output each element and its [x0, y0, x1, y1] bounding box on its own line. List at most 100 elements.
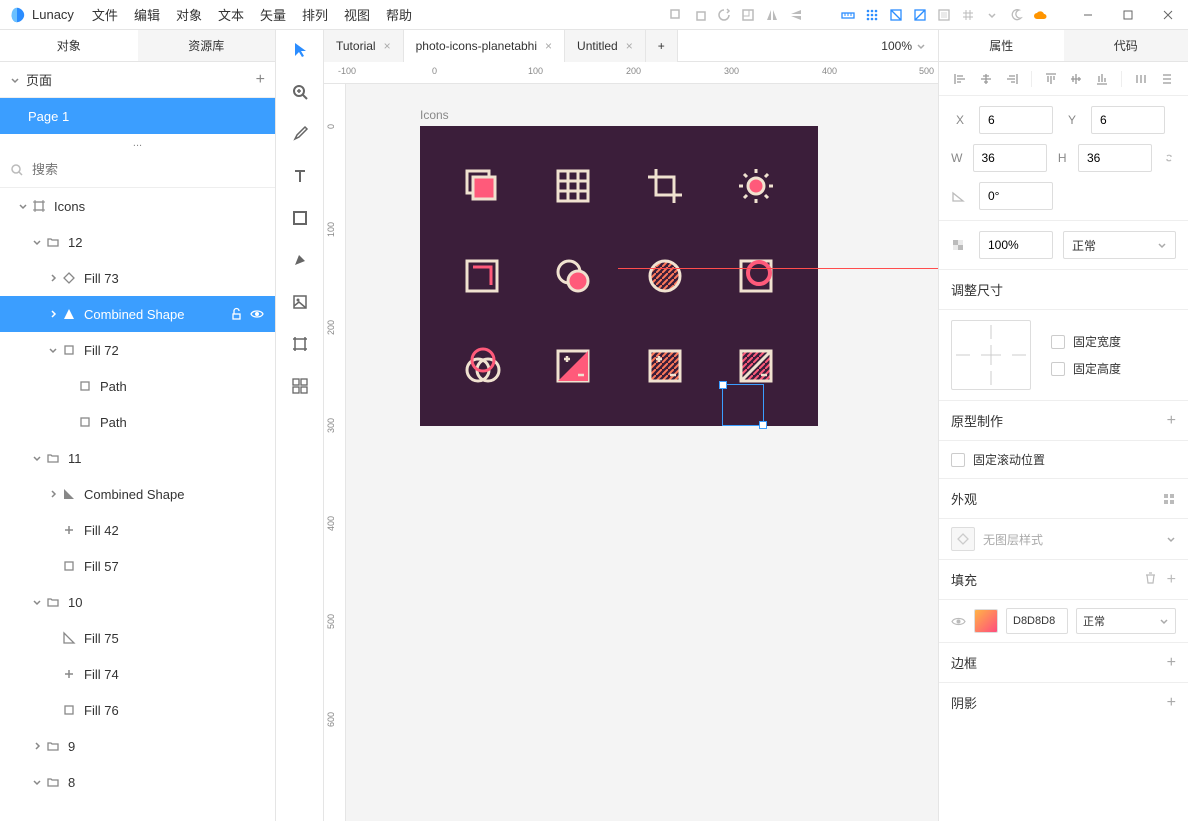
ruler-icon[interactable]	[840, 7, 856, 23]
layer-item[interactable]: Fill 57	[0, 548, 275, 584]
checkbox[interactable]	[1051, 362, 1065, 376]
menu-arrange[interactable]: 排列	[302, 5, 328, 24]
close-icon[interactable]: ×	[545, 39, 552, 53]
distribute-h-icon[interactable]	[1134, 72, 1148, 86]
eyedropper-tool[interactable]	[288, 122, 312, 146]
fill-hex[interactable]: D8D8D8	[1006, 608, 1068, 634]
ruler-horizontal[interactable]: -100 0 100 200 300 400 500	[324, 62, 938, 84]
fill-blend[interactable]: 正常	[1076, 608, 1176, 634]
layer-folder[interactable]: 10	[0, 584, 275, 620]
layer-artboard[interactable]: Icons	[0, 188, 275, 224]
component-tool[interactable]	[288, 374, 312, 398]
add-icon[interactable]: +	[1167, 412, 1176, 430]
x-input[interactable]	[979, 106, 1053, 134]
layer-folder[interactable]: 11	[0, 440, 275, 476]
align-right-icon[interactable]	[1005, 72, 1019, 86]
canvas-body[interactable]: 0 100 200 300 400 500 600 Icons	[324, 84, 938, 821]
chevron-down-icon[interactable]	[984, 7, 1000, 23]
tab-objects[interactable]: 对象	[0, 30, 138, 61]
layout-icon[interactable]	[936, 7, 952, 23]
add-icon[interactable]: +	[1167, 571, 1176, 589]
resize-constraints[interactable]	[951, 320, 1031, 390]
align-bottom-icon[interactable]	[1095, 72, 1109, 86]
layer-item[interactable]: Path	[0, 404, 275, 440]
snap-icon[interactable]	[888, 7, 904, 23]
artboard[interactable]	[420, 126, 818, 426]
checkbox[interactable]	[951, 453, 965, 467]
maximize-button[interactable]	[1108, 0, 1148, 30]
pages-header[interactable]: 页面 +	[0, 62, 275, 98]
close-button[interactable]	[1148, 0, 1188, 30]
visibility-icon[interactable]	[249, 307, 265, 321]
forward-icon[interactable]	[668, 7, 684, 23]
menu-vector[interactable]: 矢量	[260, 5, 286, 24]
add-icon[interactable]: +	[1167, 694, 1176, 712]
align-left-icon[interactable]	[953, 72, 967, 86]
menu-file[interactable]: 文件	[92, 5, 118, 24]
doc-tab[interactable]: Untitled×	[565, 30, 646, 62]
fix-scroll-row[interactable]: 固定滚动位置	[951, 451, 1176, 468]
zoom-control[interactable]: 100%	[869, 39, 938, 53]
layer-item[interactable]: Fill 75	[0, 620, 275, 656]
add-page-button[interactable]: +	[256, 71, 265, 89]
layer-style-row[interactable]: 无图层样式	[939, 519, 1188, 560]
layer-folder[interactable]: 12	[0, 224, 275, 260]
doc-tab-active[interactable]: photo-icons-planetabhi×	[404, 30, 565, 62]
layer-item[interactable]: Fill 76	[0, 692, 275, 728]
visibility-icon[interactable]	[951, 615, 966, 628]
style-icon[interactable]	[1162, 492, 1176, 506]
cloud-icon[interactable]	[1032, 7, 1048, 23]
search-input[interactable]	[32, 162, 265, 177]
artboard-tool[interactable]	[288, 332, 312, 356]
layer-item[interactable]: Path	[0, 368, 275, 404]
grid-dots-icon[interactable]	[864, 7, 880, 23]
layer-item[interactable]: Fill 72	[0, 332, 275, 368]
menu-edit[interactable]: 编辑	[134, 5, 160, 24]
distribute-v-icon[interactable]	[1160, 72, 1174, 86]
night-mode-icon[interactable]	[1008, 7, 1024, 23]
tab-library[interactable]: 资源库	[138, 30, 276, 61]
y-input[interactable]	[1091, 106, 1165, 134]
pixel-icon[interactable]	[912, 7, 928, 23]
scale-icon[interactable]	[740, 7, 756, 23]
delete-icon[interactable]	[1144, 571, 1157, 589]
layer-item[interactable]: Fill 73	[0, 260, 275, 296]
opacity-input[interactable]	[979, 231, 1053, 259]
close-icon[interactable]: ×	[626, 39, 633, 53]
text-tool[interactable]	[288, 164, 312, 188]
flip-h-icon[interactable]	[764, 7, 780, 23]
flip-v-icon[interactable]	[788, 7, 804, 23]
page-item[interactable]: Page 1	[0, 98, 275, 134]
artboard-label[interactable]: Icons	[420, 108, 449, 122]
align-hcenter-icon[interactable]	[979, 72, 993, 86]
layer-folder[interactable]: 9	[0, 728, 275, 764]
align-top-icon[interactable]	[1044, 72, 1058, 86]
layer-item[interactable]: Fill 74	[0, 656, 275, 692]
add-icon[interactable]: +	[1167, 654, 1176, 672]
menu-help[interactable]: 帮助	[386, 5, 412, 24]
blend-select[interactable]: 正常	[1063, 231, 1176, 259]
checkbox[interactable]	[1051, 335, 1065, 349]
layer-item[interactable]: Combined Shape	[0, 476, 275, 512]
select-tool[interactable]	[288, 38, 312, 62]
pen-tool[interactable]	[288, 248, 312, 272]
tab-properties[interactable]: 属性	[939, 30, 1064, 61]
layer-item[interactable]: Fill 42	[0, 512, 275, 548]
zoom-tool[interactable]	[288, 80, 312, 104]
link-icon[interactable]	[1162, 151, 1176, 165]
rotate-icon[interactable]	[716, 7, 732, 23]
image-tool[interactable]	[288, 290, 312, 314]
selection-box[interactable]	[722, 384, 764, 426]
menu-object[interactable]: 对象	[176, 5, 202, 24]
align-vcenter-icon[interactable]	[1069, 72, 1083, 86]
layer-item-selected[interactable]: Combined Shape	[0, 296, 275, 332]
unlock-icon[interactable]	[229, 307, 243, 321]
ruler-vertical[interactable]: 0 100 200 300 400 500 600	[324, 84, 346, 821]
layer-folder[interactable]: 8	[0, 764, 275, 800]
close-icon[interactable]: ×	[384, 39, 391, 53]
backward-icon[interactable]	[692, 7, 708, 23]
menu-view[interactable]: 视图	[344, 5, 370, 24]
grid-icon[interactable]	[960, 7, 976, 23]
fill-swatch[interactable]	[974, 609, 998, 633]
fix-height-row[interactable]: 固定高度	[1051, 360, 1121, 377]
